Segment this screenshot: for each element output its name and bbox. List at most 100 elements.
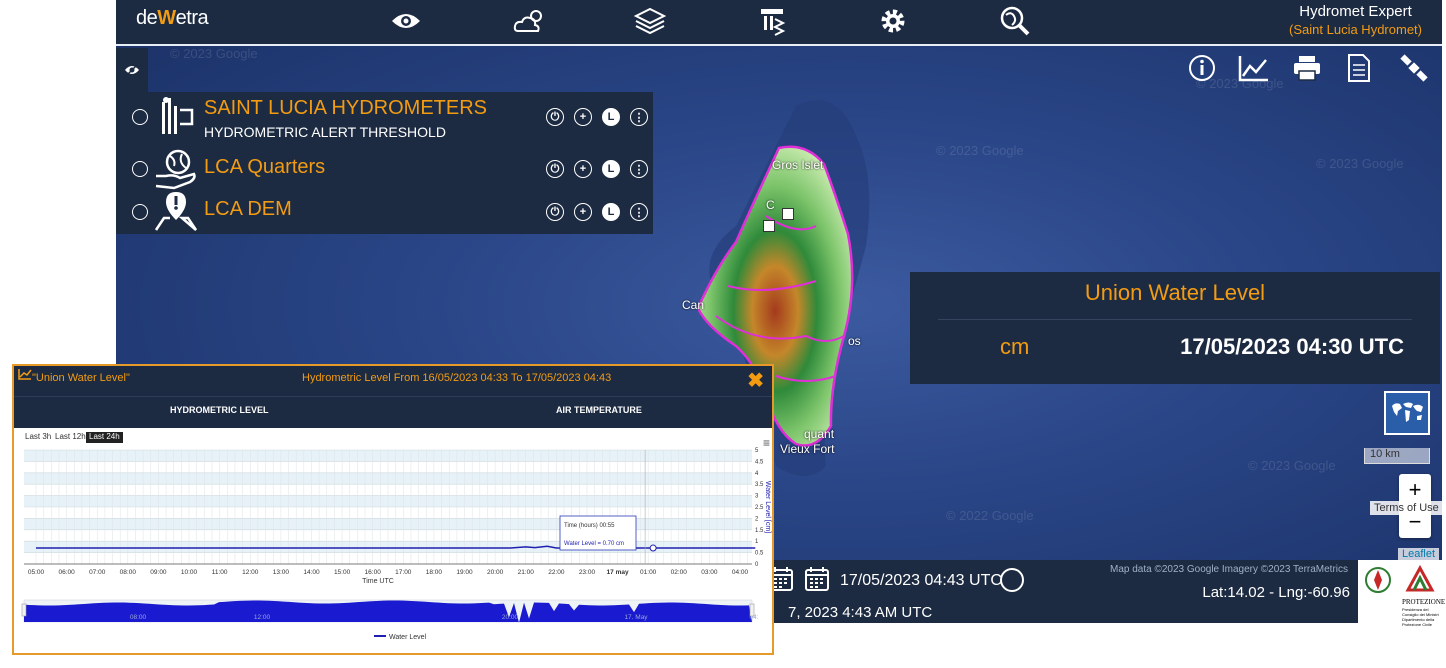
x-tick-label: 07:00 xyxy=(89,569,106,576)
user-org: (Saint Lucia Hydromet) xyxy=(1289,22,1422,37)
x-tick-label: 09:00 xyxy=(150,569,167,576)
x-tick-label: 13:00 xyxy=(273,569,290,576)
satellite-icon[interactable] xyxy=(1398,52,1430,84)
eye-icon[interactable] xyxy=(387,4,425,38)
chart-plot-area: Last 3h Last 12h Last 24h ≡ 5 4.5 4 3.5 3 2.5… xyxy=(14,428,772,653)
station-marker[interactable] xyxy=(782,208,794,220)
y-tick-label: 2.5 xyxy=(755,505,764,511)
gear-icon[interactable] xyxy=(874,4,912,38)
app-root: © 2023 Google © 2023 Google © 2023 Googl… xyxy=(0,0,1446,668)
map-attribution: Map data ©2023 Google Imagery ©2023 Terr… xyxy=(1110,564,1349,575)
x-tick-label: 18:00 xyxy=(426,569,443,576)
drag-handle-icon[interactable] xyxy=(132,109,148,125)
layer-item-dem[interactable]: LCA DEM ⏻ + L ⋮ xyxy=(116,190,653,234)
chart-window-title: "Union Water Level" xyxy=(32,372,130,384)
station-info-unit: cm xyxy=(1000,334,1030,359)
visibility-toggle-button[interactable] xyxy=(116,48,148,92)
more-icon[interactable]: ⋮ xyxy=(630,203,648,221)
x-tick-label: 23:00 xyxy=(579,569,596,576)
x-tick-label: 12:00 xyxy=(242,569,259,576)
hydro-library-icon[interactable] xyxy=(753,4,791,38)
layer-title: LCA Quarters xyxy=(204,156,326,178)
agency-name: PROTEZIONE CIVILE xyxy=(1402,598,1446,606)
navigator-tick-label: 17. May xyxy=(624,614,648,621)
station-info-time: 17/05/2023 04:30 UTC xyxy=(1180,334,1404,359)
zoom-plus-icon[interactable]: + xyxy=(574,203,592,221)
x-tick-label: 17 may xyxy=(607,569,629,576)
world-map-icon xyxy=(1392,402,1423,422)
leaflet-link[interactable]: Leaflet xyxy=(1398,548,1440,560)
y-tick-label: 1.5 xyxy=(755,528,764,534)
more-icon[interactable]: ⋮ xyxy=(630,160,648,178)
hover-point xyxy=(649,544,657,552)
bottom-bar: 17/05/2023 04:43 UTC 7, 2023 4:43 AM UTC… xyxy=(769,560,1358,623)
x-tick-label: 15:00 xyxy=(334,569,351,576)
more-icon[interactable]: ⋮ xyxy=(630,108,648,126)
zoom-plus-icon[interactable]: + xyxy=(574,108,592,126)
user-block[interactable]: Hydromet Expert (Saint Lucia Hydromet) xyxy=(1289,3,1422,37)
current-date[interactable]: 17/05/2023 04:43 UTC xyxy=(840,572,1002,590)
divider xyxy=(938,319,1412,320)
layers-icon[interactable] xyxy=(631,4,669,38)
terms-of-use-link[interactable]: Terms of Use xyxy=(1370,501,1443,515)
y-tick-label: 3.5 xyxy=(755,482,764,488)
basemap-button[interactable] xyxy=(1384,391,1430,435)
close-icon[interactable]: ✖ xyxy=(747,368,764,393)
legend-label: Water Level xyxy=(389,634,427,641)
agency-subtitle: Presidenza del Consiglio dei Ministri Di… xyxy=(1402,607,1439,627)
zoom-plus-icon[interactable]: + xyxy=(574,160,592,178)
print-icon[interactable] xyxy=(1291,52,1323,84)
layer-item-quarters[interactable]: LCA Quarters ⏻ + L ⋮ xyxy=(116,146,653,190)
chart-icon[interactable] xyxy=(1238,52,1270,84)
y-tick-label: 0.5 xyxy=(755,551,764,557)
agency-logos: PROTEZIONE CIVILE Presidenza del Consigl… xyxy=(1358,560,1446,627)
scale-bar: 10 km xyxy=(1364,448,1430,464)
legend-button[interactable]: L xyxy=(602,108,620,126)
map-label-vieux-fort: Vieux Fort xyxy=(780,442,835,456)
x-axis-label: Time UTC xyxy=(362,578,394,585)
legend-button[interactable]: L xyxy=(602,203,620,221)
x-tick-label: 05:00 xyxy=(28,569,45,576)
map-pin-icon xyxy=(154,192,198,231)
hydrometer-icon xyxy=(162,97,194,134)
weather-icon[interactable] xyxy=(510,4,548,38)
water-level-chart[interactable]: 5 4.5 4 3.5 3 2.5 2 1.5 1 0.5 0 05:00 06:00 07:00 08:0… xyxy=(14,428,772,653)
x-tick-label: 19:00 xyxy=(456,569,473,576)
document-icon[interactable] xyxy=(1343,52,1375,84)
tab-hydrometric-level[interactable]: HYDROMETRIC LEVEL xyxy=(170,405,269,415)
opacity-icon[interactable]: ⏻ xyxy=(546,108,564,126)
x-tick-label: 11:00 xyxy=(212,569,228,576)
y-tick-label: 0 xyxy=(755,562,759,568)
navigator-handle xyxy=(21,603,27,617)
y-tick-label: 1 xyxy=(755,539,759,545)
info-icon[interactable] xyxy=(1186,52,1218,84)
layer-item-hydrometers[interactable]: SAINT LUCIA HYDROMETERS HYDROMETRIC ALER… xyxy=(116,92,653,140)
map-label-castries: C xyxy=(766,198,775,212)
opacity-icon[interactable]: ⏻ xyxy=(546,160,564,178)
x-tick-label: 04:00 xyxy=(732,569,749,576)
drag-handle-icon[interactable] xyxy=(132,204,148,220)
drag-handle-icon[interactable] xyxy=(132,161,148,177)
tab-air-temperature[interactable]: AIR TEMPERATURE xyxy=(556,405,642,415)
x-tick-label: 08:00 xyxy=(120,569,137,576)
clock-icon[interactable] xyxy=(1000,568,1024,592)
navigator-tick-label: 08:00 xyxy=(130,614,147,621)
x-tick-label: 01:00 xyxy=(640,569,657,576)
legend-button[interactable]: L xyxy=(602,160,620,178)
station-info-panel: Union Water Level cm 17/05/2023 04:30 UT… xyxy=(910,272,1440,384)
current-time-label: 7, 2023 4:43 AM UTC xyxy=(788,604,933,621)
x-tick-label: 06:00 xyxy=(58,569,75,576)
map-label-micoud: quant xyxy=(804,427,835,441)
cursor-coordinates: Lat:14.02 - Lng:-60.96 xyxy=(1202,584,1350,601)
map-label-canaries: Can xyxy=(682,298,705,312)
x-tick-label: 21:00 xyxy=(518,569,535,576)
app-logo[interactable]: deWetra xyxy=(136,7,209,30)
opacity-icon[interactable]: ⏻ xyxy=(546,203,564,221)
search-globe-icon[interactable] xyxy=(996,4,1034,38)
x-tick-label: 22:00 xyxy=(548,569,565,576)
chart-icon xyxy=(18,369,32,380)
layer-subtitle: HYDROMETRIC ALERT THRESHOLD xyxy=(204,124,446,140)
x-tick-label: 02:00 xyxy=(671,569,688,576)
calendar-icon[interactable] xyxy=(804,566,830,592)
station-marker[interactable] xyxy=(763,220,775,232)
